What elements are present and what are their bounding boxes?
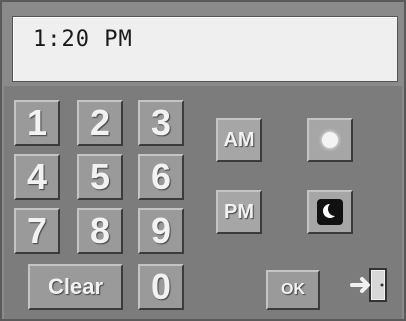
key-4[interactable]: 4 bbox=[14, 154, 60, 200]
time-display: 1:20 PM bbox=[12, 16, 398, 82]
key-1[interactable]: 1 bbox=[14, 100, 60, 146]
key-6[interactable]: 6 bbox=[138, 154, 184, 200]
ok-button[interactable]: OK bbox=[266, 270, 320, 310]
keypad-panel: 1 2 3 4 5 6 7 8 9 Clear 0 AM PM OK bbox=[4, 86, 402, 319]
key-0[interactable]: 0 bbox=[138, 264, 184, 310]
sun-icon bbox=[322, 132, 338, 148]
key-9[interactable]: 9 bbox=[138, 208, 184, 254]
exit-door-icon bbox=[350, 268, 387, 302]
am-button[interactable]: AM bbox=[216, 118, 262, 162]
time-readout: 1:20 PM bbox=[33, 27, 133, 52]
moon-icon bbox=[317, 199, 343, 225]
key-2[interactable]: 2 bbox=[77, 100, 123, 146]
key-8[interactable]: 8 bbox=[77, 208, 123, 254]
time-entry-window: 1:20 PM 1 2 3 4 5 6 7 8 9 Clear 0 AM PM … bbox=[0, 0, 406, 321]
key-7[interactable]: 7 bbox=[14, 208, 60, 254]
day-button[interactable] bbox=[307, 118, 353, 162]
exit-button[interactable] bbox=[348, 263, 392, 307]
clear-button[interactable]: Clear bbox=[28, 264, 123, 310]
pm-button[interactable]: PM bbox=[216, 190, 262, 234]
night-button[interactable] bbox=[307, 190, 353, 234]
key-5[interactable]: 5 bbox=[77, 154, 123, 200]
key-3[interactable]: 3 bbox=[138, 100, 184, 146]
